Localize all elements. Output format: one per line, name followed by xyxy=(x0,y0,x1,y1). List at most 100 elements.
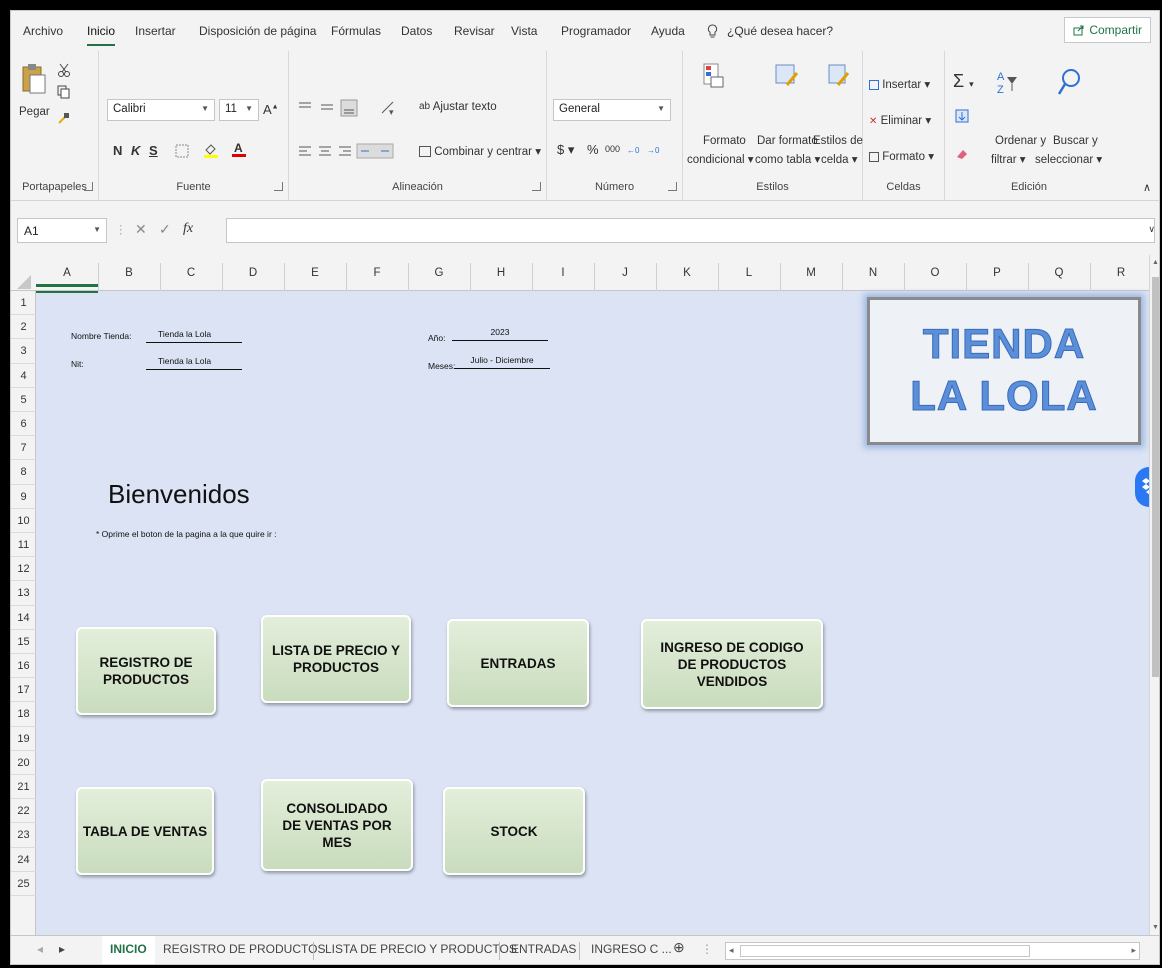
entradas-button[interactable]: ENTRADAS xyxy=(447,619,589,707)
tab-next-icon[interactable]: ▸ xyxy=(59,942,65,956)
format-table-label-1[interactable]: Dar formato xyxy=(757,135,818,147)
insert-cells-button[interactable]: Insertar ▾ xyxy=(869,77,930,91)
borders-icon[interactable] xyxy=(175,144,189,158)
horizontal-scrollbar[interactable]: ◂ ▸ xyxy=(725,942,1140,960)
row-header[interactable]: 25 xyxy=(11,872,36,896)
cell-styles-icon[interactable] xyxy=(828,63,852,89)
horizontal-scroll-thumb[interactable] xyxy=(740,945,1030,957)
expand-formula-icon[interactable]: ∨ xyxy=(1148,224,1155,235)
row-header[interactable]: 18 xyxy=(11,702,36,727)
clipboard-launcher-icon[interactable] xyxy=(84,182,93,191)
registro-productos-button[interactable]: REGISTRO DE PRODUCTOS xyxy=(76,627,216,715)
tabs-splitter-icon[interactable]: ⋮ xyxy=(701,942,713,956)
col-header-g[interactable]: G xyxy=(408,267,470,279)
copy-icon[interactable] xyxy=(57,85,71,99)
row-header[interactable]: 20 xyxy=(11,751,36,775)
font-launcher-icon[interactable] xyxy=(274,182,283,191)
menu-archivo[interactable]: Archivo xyxy=(23,24,63,38)
name-box[interactable]: A1 ▼ xyxy=(17,218,107,243)
row-header[interactable]: 21 xyxy=(11,775,36,800)
underline-button[interactable]: S xyxy=(149,143,158,158)
vertical-scrollbar[interactable]: ▲ ▼ xyxy=(1149,255,1159,935)
currency-button[interactable]: $ ▾ xyxy=(557,142,574,158)
row-header[interactable]: 8 xyxy=(11,460,36,485)
menu-insertar[interactable]: Insertar xyxy=(135,24,176,38)
clear-icon[interactable] xyxy=(955,147,969,161)
menu-formulas[interactable]: Fórmulas xyxy=(331,24,381,38)
decimal-icons[interactable]: ←0 →0 xyxy=(627,142,667,158)
tab-inicio[interactable]: INICIO xyxy=(102,936,155,964)
scroll-right-icon[interactable]: ▸ xyxy=(1131,945,1136,956)
merge-center-button[interactable]: Combinar y centrar ▾ xyxy=(419,144,541,158)
row-header[interactable]: 12 xyxy=(11,557,36,582)
tab-prev-icon[interactable]: ◂ xyxy=(37,942,43,956)
row-header[interactable]: 10 xyxy=(11,509,36,533)
paste-label[interactable]: Pegar xyxy=(19,106,50,118)
find-select-label-2[interactable]: seleccionar ▾ xyxy=(1035,152,1102,166)
col-header-p[interactable]: P xyxy=(966,267,1028,279)
tab-ingreso[interactable]: INGRESO C ... xyxy=(591,942,672,956)
col-header-o[interactable]: O xyxy=(904,267,966,279)
menu-programador[interactable]: Programador xyxy=(561,24,631,38)
col-header-r[interactable]: R xyxy=(1090,267,1149,279)
alignment-launcher-icon[interactable] xyxy=(532,182,541,191)
increase-font-icon[interactable]: A▲ xyxy=(263,102,279,117)
format-table-label-2[interactable]: como tabla ▾ xyxy=(755,152,820,166)
row-header[interactable]: 15 xyxy=(11,630,36,654)
col-header-h[interactable]: H xyxy=(470,267,532,279)
italic-button[interactable]: K xyxy=(131,143,140,158)
col-header-e[interactable]: E xyxy=(284,267,346,279)
delete-cells-button[interactable]: ✕ Eliminar ▾ xyxy=(869,113,931,127)
col-header-f[interactable]: F xyxy=(346,267,408,279)
col-header-i[interactable]: I xyxy=(532,267,594,279)
row-header[interactable]: 14 xyxy=(11,606,36,630)
row-header[interactable]: 22 xyxy=(11,799,36,824)
nit-value[interactable]: Tienda la Lola xyxy=(146,356,242,370)
find-select-icon[interactable] xyxy=(1057,67,1083,97)
bold-button[interactable]: N xyxy=(113,143,122,158)
tab-entradas[interactable]: ENTRADAS xyxy=(511,942,576,956)
sort-filter-icon[interactable]: AZ xyxy=(995,69,1019,99)
store-name-value[interactable]: Tienda la Lola xyxy=(146,329,242,343)
row-header[interactable]: 7 xyxy=(11,436,36,461)
months-value[interactable]: Julio - Diciembre xyxy=(454,355,550,369)
year-value[interactable]: 2023 xyxy=(452,327,548,341)
format-table-icon[interactable] xyxy=(775,63,801,89)
menu-disposicion[interactable]: Disposición de página xyxy=(199,24,316,38)
select-all-icon[interactable] xyxy=(17,275,31,289)
autosum-icon[interactable]: Σ ▾ xyxy=(953,71,974,92)
row-header[interactable]: 13 xyxy=(11,581,36,606)
conditional-format-label-2[interactable]: condicional ▾ xyxy=(687,152,754,166)
row-header[interactable]: 9 xyxy=(11,485,36,509)
vertical-scroll-thumb[interactable] xyxy=(1152,277,1159,677)
col-header-b[interactable]: B xyxy=(98,267,160,279)
thousands-button[interactable]: 000 xyxy=(605,144,620,154)
number-format-select[interactable]: General ▼ xyxy=(553,99,671,121)
row-header[interactable]: 23 xyxy=(11,823,36,848)
row-header[interactable]: 11 xyxy=(11,533,36,558)
menu-datos[interactable]: Datos xyxy=(401,24,432,38)
sort-filter-label-2[interactable]: filtrar ▾ xyxy=(991,152,1026,166)
collapse-ribbon-icon[interactable]: ∧ xyxy=(1143,181,1151,194)
fill-color-icon[interactable] xyxy=(203,142,219,158)
scroll-left-icon[interactable]: ◂ xyxy=(729,945,734,956)
col-header-k[interactable]: K xyxy=(656,267,718,279)
lista-precio-button[interactable]: LISTA DE PRECIO Y PRODUCTOS xyxy=(261,615,411,703)
scroll-up-icon[interactable]: ▲ xyxy=(1152,259,1159,266)
row-header[interactable]: 4 xyxy=(11,364,36,388)
col-header-c[interactable]: C xyxy=(160,267,222,279)
menu-inicio[interactable]: Inicio xyxy=(87,24,116,46)
row-header[interactable]: 3 xyxy=(11,339,36,364)
row-header[interactable]: 17 xyxy=(11,678,36,703)
cell-styles-label-1[interactable]: Estilos de xyxy=(813,135,863,147)
find-select-label-1[interactable]: Buscar y xyxy=(1053,135,1098,147)
number-launcher-icon[interactable] xyxy=(668,182,677,191)
format-cells-button[interactable]: Formato ▾ xyxy=(869,149,934,163)
ingreso-codigo-button[interactable]: INGRESO DE CODIGO DE PRODUCTOS VENDIDOS xyxy=(641,619,823,709)
tabla-ventas-button[interactable]: TABLA DE VENTAS xyxy=(76,787,214,875)
format-painter-icon[interactable] xyxy=(57,111,71,125)
lightbulb-icon[interactable] xyxy=(707,24,718,42)
col-header-n[interactable]: N xyxy=(842,267,904,279)
wrap-text-button[interactable]: ab Ajustar texto xyxy=(419,101,497,113)
menu-ayuda[interactable]: Ayuda xyxy=(651,24,685,38)
